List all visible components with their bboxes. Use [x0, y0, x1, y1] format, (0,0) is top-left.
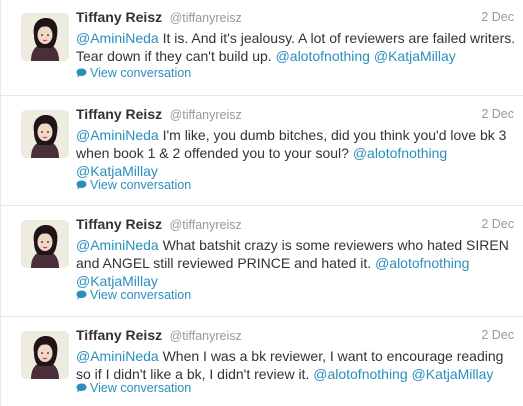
view-conversation-label[interactable]: View conversation	[90, 66, 191, 80]
tweet-text: @AminiNeda I'm like, you dumb bitches, d…	[76, 126, 516, 180]
view-conversation-link[interactable]: View conversation	[76, 66, 191, 80]
speech-bubble-icon	[76, 290, 87, 300]
author-fullname[interactable]: Tiffany Reisz	[76, 216, 162, 232]
author-username[interactable]: @tiffanyreisz	[170, 11, 242, 25]
mention-link[interactable]: @AminiNeda	[76, 237, 159, 253]
mention-link[interactable]: @alotofnothing	[353, 145, 447, 161]
tweet-stream: Tiffany Reisz @tiffanyreisz 2 Dec @Amini…	[0, 0, 523, 406]
mention-link[interactable]: @AminiNeda	[76, 348, 159, 364]
mention-link[interactable]: @AminiNeda	[76, 30, 159, 46]
view-conversation-link[interactable]: View conversation	[76, 381, 191, 395]
avatar-image	[21, 13, 69, 61]
author-username[interactable]: @tiffanyreisz	[170, 329, 242, 343]
avatar-image	[21, 110, 69, 158]
speech-bubble-icon	[76, 68, 87, 78]
mention-link[interactable]: @KatjaMillay	[412, 366, 494, 382]
tweet-header: Tiffany Reisz @tiffanyreisz 2 Dec	[76, 9, 514, 27]
view-conversation-link[interactable]: View conversation	[76, 178, 191, 192]
speech-bubble-icon	[76, 383, 87, 393]
view-conversation-label[interactable]: View conversation	[90, 178, 191, 192]
mention-link[interactable]: @AminiNeda	[76, 127, 159, 143]
mention-link[interactable]: @KatjaMillay	[76, 273, 158, 289]
avatar-image	[21, 220, 69, 268]
tweet-timestamp[interactable]: 2 Dec	[481, 217, 514, 231]
tweet[interactable]: Tiffany Reisz @tiffanyreisz 2 Dec @Amini…	[1, 97, 523, 206]
mention-link[interactable]: @alotofnothing	[276, 48, 370, 64]
tweet-header: Tiffany Reisz @tiffanyreisz 2 Dec	[76, 327, 514, 345]
avatar[interactable]	[21, 220, 69, 268]
view-conversation-label[interactable]: View conversation	[90, 288, 191, 302]
mention-link[interactable]: @KatjaMillay	[76, 163, 158, 179]
avatar-image	[21, 331, 69, 379]
author-username[interactable]: @tiffanyreisz	[170, 108, 242, 122]
avatar[interactable]	[21, 110, 69, 158]
tweet[interactable]: Tiffany Reisz @tiffanyreisz 2 Dec @Amini…	[1, 207, 523, 317]
tweet[interactable]: Tiffany Reisz @tiffanyreisz 2 Dec @Amini…	[1, 318, 523, 406]
speech-bubble-icon	[76, 180, 87, 190]
avatar[interactable]	[21, 331, 69, 379]
mention-link[interactable]: @alotofnothing	[375, 255, 469, 271]
avatar[interactable]	[21, 13, 69, 61]
tweet[interactable]: Tiffany Reisz @tiffanyreisz 2 Dec @Amini…	[1, 0, 523, 96]
tweet-text: @AminiNeda It is. And it's jealousy. A l…	[76, 29, 516, 65]
view-conversation-label[interactable]: View conversation	[90, 381, 191, 395]
author-username[interactable]: @tiffanyreisz	[170, 218, 242, 232]
tweet-timestamp[interactable]: 2 Dec	[481, 328, 514, 342]
author-fullname[interactable]: Tiffany Reisz	[76, 327, 162, 343]
tweet-header: Tiffany Reisz @tiffanyreisz 2 Dec	[76, 106, 514, 124]
tweet-timestamp[interactable]: 2 Dec	[481, 10, 514, 24]
mention-link[interactable]: @KatjaMillay	[374, 48, 456, 64]
mention-link[interactable]: @alotofnothing	[313, 366, 407, 382]
view-conversation-link[interactable]: View conversation	[76, 288, 191, 302]
author-fullname[interactable]: Tiffany Reisz	[76, 106, 162, 122]
author-fullname[interactable]: Tiffany Reisz	[76, 9, 162, 25]
tweet-text: @AminiNeda What batshit crazy is some re…	[76, 236, 516, 290]
tweet-text: @AminiNeda When I was a bk reviewer, I w…	[76, 347, 516, 383]
tweet-header: Tiffany Reisz @tiffanyreisz 2 Dec	[76, 216, 514, 234]
tweet-timestamp[interactable]: 2 Dec	[481, 107, 514, 121]
